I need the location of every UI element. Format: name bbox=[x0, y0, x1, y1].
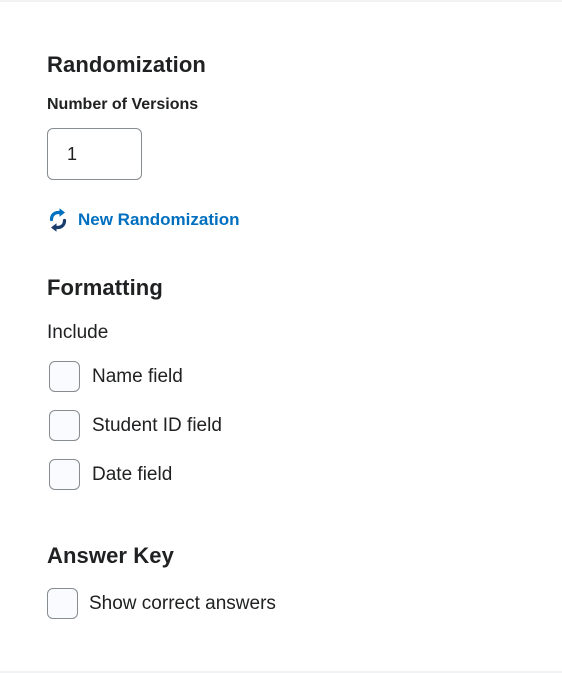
number-of-versions-input[interactable] bbox=[47, 128, 142, 180]
print-options-panel: Randomization Number of Versions New Ran… bbox=[0, 0, 562, 673]
new-randomization-label: New Randomization bbox=[78, 210, 240, 229]
student-id-field-label: Student ID field bbox=[92, 414, 222, 436]
date-field-option[interactable]: Date field bbox=[49, 459, 172, 490]
include-label: Include bbox=[47, 322, 109, 343]
student-id-field-option[interactable]: Student ID field bbox=[49, 410, 222, 441]
shuffle-arrows-icon bbox=[49, 208, 67, 232]
name-field-option[interactable]: Name field bbox=[49, 361, 183, 392]
randomization-heading: Randomization bbox=[47, 52, 206, 77]
number-of-versions-label: Number of Versions bbox=[47, 96, 199, 113]
show-correct-answers-checkbox[interactable] bbox=[47, 588, 78, 619]
show-correct-answers-label: Show correct answers bbox=[89, 592, 276, 614]
formatting-heading: Formatting bbox=[47, 275, 163, 300]
show-correct-answers-option[interactable]: Show correct answers bbox=[47, 588, 276, 619]
name-field-label: Name field bbox=[92, 365, 183, 387]
date-field-label: Date field bbox=[92, 463, 173, 485]
student-id-field-checkbox[interactable] bbox=[49, 410, 80, 441]
name-field-checkbox[interactable] bbox=[49, 361, 80, 392]
answer-key-heading: Answer Key bbox=[47, 543, 174, 568]
date-field-checkbox[interactable] bbox=[49, 459, 80, 490]
new-randomization-button[interactable]: New Randomization bbox=[48, 207, 240, 233]
